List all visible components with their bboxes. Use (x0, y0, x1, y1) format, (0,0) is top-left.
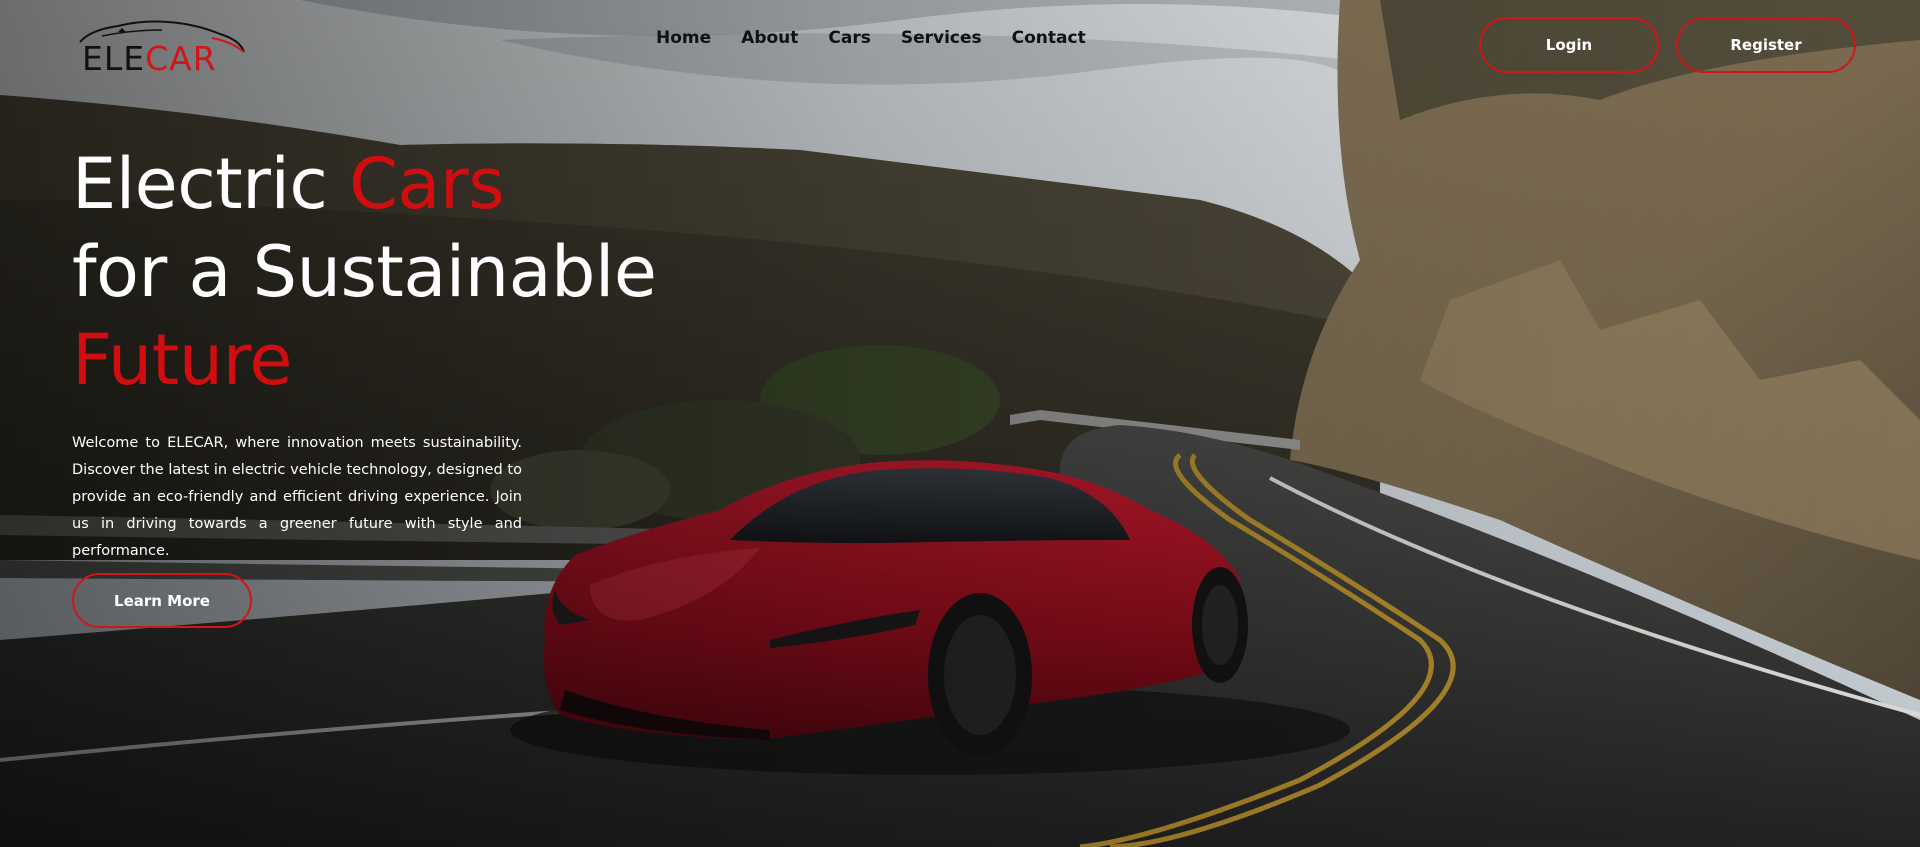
nav-item-contact[interactable]: Contact (1012, 27, 1086, 49)
nav-item-about[interactable]: About (741, 27, 798, 49)
brand-logo[interactable]: ELECAR (72, 16, 252, 76)
login-button[interactable]: Login (1479, 17, 1659, 73)
brand-name-part2: CAR (145, 39, 217, 78)
headline-line2: for a Sustainable (72, 231, 657, 313)
headline-line3-red: Future (72, 319, 292, 401)
nav-item-home[interactable]: Home (656, 27, 711, 49)
headline-line1-white: Electric (72, 143, 350, 225)
hero-headline: Electric Cars for a Sustainable Future (72, 140, 657, 404)
headline-line1-red: Cars (349, 143, 505, 225)
main-nav: Home About Cars Services Contact (656, 27, 1116, 49)
site-header: ELECAR Home About Cars Services Contact … (0, 0, 1920, 90)
nav-item-cars[interactable]: Cars (828, 27, 870, 49)
nav-item-services[interactable]: Services (901, 27, 982, 49)
hero-background-image (0, 0, 1920, 847)
learn-more-button[interactable]: Learn More (72, 573, 252, 628)
register-button[interactable]: Register (1676, 17, 1856, 73)
brand-wordmark: ELECAR (82, 42, 217, 75)
brand-name-part1: ELE (82, 39, 146, 78)
hero-intro-text: Welcome to ELECAR, where innovation meet… (72, 435, 522, 559)
